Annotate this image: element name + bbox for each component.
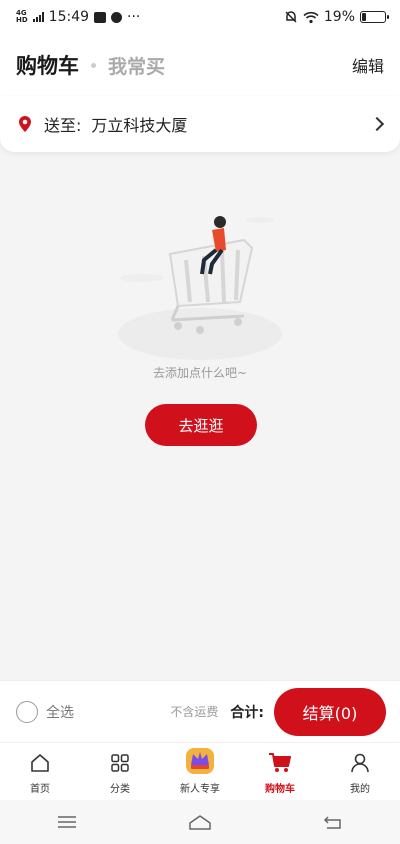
location-pin-icon: [19, 116, 31, 132]
tab-frequently-bought[interactable]: 我常买: [108, 52, 165, 79]
go-shopping-button[interactable]: 去逛逛: [145, 404, 257, 446]
tab-label: 新人专享: [180, 784, 220, 795]
delivery-address[interactable]: 送至: 万立科技大厦: [0, 96, 400, 152]
message-icon: [94, 11, 107, 23]
cart-icon: [266, 749, 294, 777]
network-badge: 4G HD: [16, 10, 28, 24]
page-header: 购物车 我常买 编辑: [0, 34, 400, 96]
tab-label: 首页: [30, 784, 50, 795]
total-label: 合计:: [230, 704, 264, 721]
empty-message: 去添加点什么吧~: [152, 366, 248, 380]
signal-icon: [32, 12, 44, 22]
home-nav-icon[interactable]: [180, 807, 220, 837]
mute-icon: [285, 11, 297, 23]
tab-cart[interactable]: 购物车: [16, 50, 79, 80]
address-text: 万立科技大厦: [91, 116, 188, 135]
tab-label: 分类: [110, 784, 130, 795]
wifi-icon: [303, 11, 319, 23]
tab-profile[interactable]: 我的: [320, 743, 400, 800]
select-all-label[interactable]: 全选: [46, 702, 74, 722]
back-icon[interactable]: [313, 807, 353, 837]
battery-level: [362, 13, 367, 21]
more-notifications: ···: [127, 9, 141, 25]
select-all-radio[interactable]: [16, 700, 38, 723]
crown-icon: [183, 743, 217, 777]
tab-home[interactable]: 首页: [0, 743, 80, 800]
shipping-note: 不含运费: [170, 705, 219, 719]
home-icon: [26, 749, 54, 777]
user-icon: [346, 749, 374, 777]
edit-button[interactable]: 编辑: [352, 53, 384, 77]
system-nav-bar: [0, 800, 400, 844]
tab-new-user[interactable]: 新人专享: [160, 743, 240, 800]
tab-label: 购物车: [265, 784, 295, 795]
status-time: 15:49: [48, 9, 90, 25]
tab-label: 我的: [350, 784, 370, 795]
checkout-button[interactable]: 结算(0): [274, 687, 386, 736]
menu-icon[interactable]: [47, 807, 87, 837]
battery-percent: 19%: [323, 9, 355, 25]
battery-icon: [360, 11, 389, 23]
bottom-tab-bar: 首页 分类 新人专享 购物车 我的: [0, 742, 400, 800]
tab-category[interactable]: 分类: [80, 743, 160, 800]
network-sub: HD: [16, 16, 28, 24]
status-right: 19%: [284, 9, 389, 25]
tab-separator: [91, 62, 96, 68]
app-notification-icon: [111, 11, 123, 23]
tab-cart-nav[interactable]: 购物车: [240, 743, 320, 800]
address-prefix: 送至:: [44, 116, 82, 135]
status-bar: 4G HD 15:49 ··· 19%: [0, 0, 400, 34]
status-left: 4G HD 15:49 ···: [16, 9, 140, 25]
category-icon: [106, 749, 134, 777]
checkout-bar: 全选 不含运费 合计: 结算(0): [0, 680, 400, 742]
empty-cart-state: 去添加点什么吧~ 去逛逛: [0, 152, 400, 680]
chevron-right-icon: [369, 116, 385, 132]
